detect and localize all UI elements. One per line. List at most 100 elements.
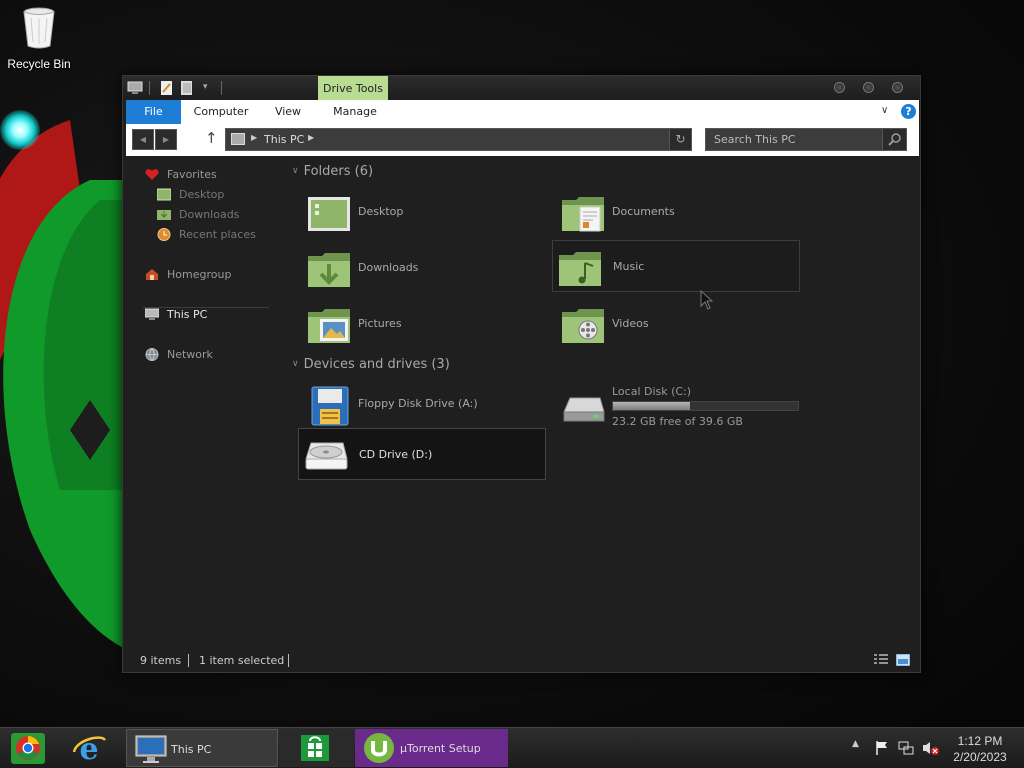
breadcrumb-chevron-icon[interactable]: ▶ — [251, 133, 257, 142]
clock-date: 2/20/2023 — [953, 750, 1007, 764]
expand-ribbon-chevron-icon[interactable]: ∨ — [881, 105, 888, 116]
drive-tile-local-disk[interactable]: Local Disk (C:) 23.2 GB free of 39.6 GB — [556, 380, 804, 432]
content-pane: ∨ Folders (6) Desktop Documents Download… — [288, 160, 918, 640]
search-input[interactable] — [706, 129, 881, 150]
help-icon[interactable]: ? — [901, 104, 916, 119]
taskbar-label: This PC — [171, 743, 212, 756]
collapse-chevron-icon[interactable]: ∨ — [292, 359, 299, 369]
network-globe-icon — [145, 348, 159, 361]
breadcrumb-this-pc[interactable]: This PC — [264, 133, 304, 146]
ribbon-tabs: File Computer View Manage ∨ ? — [126, 100, 919, 124]
show-hidden-icons-icon[interactable]: ▲ — [852, 739, 859, 749]
this-pc-taskbar-icon — [135, 735, 167, 763]
music-folder-icon — [559, 252, 601, 286]
this-pc-icon — [145, 308, 159, 320]
details-view-icon[interactable] — [874, 654, 888, 666]
utorrent-icon — [364, 733, 394, 763]
folder-name: Music — [613, 260, 645, 273]
videos-folder-icon — [562, 309, 604, 343]
recycle-bin-desktop-icon[interactable]: Recycle Bin — [4, 6, 74, 71]
action-center-flag-icon[interactable] — [874, 740, 890, 756]
disk-free-space: 23.2 GB free of 39.6 GB — [612, 415, 743, 428]
mouse-cursor-icon — [700, 290, 714, 310]
item-count: 9 items — [140, 654, 182, 667]
taskbar-button-store[interactable] — [279, 729, 354, 767]
folder-name: Pictures — [358, 317, 402, 330]
homegroup-icon — [146, 269, 158, 280]
refresh-icon[interactable]: ↻ — [669, 129, 691, 150]
folder-tile-documents[interactable]: Documents — [556, 188, 804, 240]
title-bar[interactable]: ▾ Drive Tools — [123, 76, 920, 101]
documents-folder-icon — [562, 197, 604, 232]
large-icons-view-icon[interactable] — [896, 654, 910, 666]
forward-button[interactable]: ▶ — [155, 129, 177, 150]
wallpaper-glow — [0, 110, 40, 150]
drive-tile-floppy[interactable]: Floppy Disk Drive (A:) — [302, 380, 550, 432]
desktop-folder-icon — [308, 197, 350, 231]
selection-underline — [143, 307, 269, 308]
network-status-icon[interactable] — [898, 740, 914, 756]
downloads-folder-icon — [308, 253, 350, 287]
folder-name: Desktop — [358, 205, 404, 218]
selection-count: 1 item selected — [199, 654, 285, 667]
breadcrumb-chevron-icon[interactable]: ▶ — [308, 133, 314, 142]
tab-computer[interactable]: Computer — [186, 100, 256, 124]
collapse-chevron-icon[interactable]: ∨ — [292, 166, 299, 176]
folder-name: Documents — [612, 205, 675, 218]
tab-manage[interactable]: Manage — [325, 100, 385, 124]
folder-tile-pictures[interactable]: Pictures — [302, 300, 550, 352]
drive-name: Local Disk (C:) — [612, 385, 692, 398]
taskbar-button-utorrent-setup[interactable]: µTorrent Setup — [355, 729, 508, 767]
close-button[interactable] — [892, 82, 903, 93]
status-bar: 9 items 1 item selected — [123, 650, 920, 672]
pictures-folder-icon — [308, 309, 350, 343]
search-button[interactable] — [882, 129, 906, 150]
favorites-heart-icon — [145, 169, 159, 180]
folder-name: Videos — [612, 317, 649, 330]
taskbar-button-this-pc[interactable]: This PC — [126, 729, 278, 767]
taskbar: e This PC µTorrent Setup ▲ 1:12 PM 2/20/… — [0, 727, 1024, 768]
recycle-bin-icon — [23, 7, 55, 49]
hard-disk-icon — [563, 397, 605, 422]
drive-name: CD Drive (D:) — [359, 448, 433, 461]
folder-tile-desktop[interactable]: Desktop — [302, 188, 550, 240]
minimize-button[interactable] — [834, 82, 845, 93]
properties-icon[interactable] — [160, 80, 174, 96]
this-pc-small-icon — [231, 133, 245, 145]
recent-places-clock-icon — [157, 228, 171, 241]
customize-toolbar-dropdown-icon[interactable]: ▾ — [203, 82, 208, 98]
back-button[interactable]: ◀ — [132, 129, 154, 150]
folder-tile-downloads[interactable]: Downloads — [302, 244, 550, 296]
toolbar-separator — [221, 81, 222, 95]
up-arrow-icon[interactable]: ↑ — [205, 129, 218, 147]
folder-tile-videos[interactable]: Videos — [556, 300, 804, 352]
taskbar-clock[interactable]: 1:12 PM 2/20/2023 — [950, 733, 1010, 765]
desktop-small-icon — [157, 188, 171, 201]
maximize-button[interactable] — [863, 82, 874, 93]
volume-muted-icon[interactable] — [922, 740, 940, 756]
computer-icon — [127, 81, 143, 94]
drive-tools-context-tab[interactable]: Drive Tools — [318, 76, 388, 101]
tab-view[interactable]: View — [266, 100, 310, 124]
cd-drive-icon — [305, 442, 348, 470]
taskbar-label: µTorrent Setup — [400, 742, 481, 755]
search-icon — [888, 133, 901, 146]
clock-time: 1:12 PM — [957, 734, 1003, 748]
navigation-pane: Favorites Desktop Downloads Recent place… — [123, 160, 283, 640]
folders-group-header[interactable]: ∨ Folders (6) — [292, 164, 373, 179]
floppy-disk-icon — [311, 386, 349, 426]
windows-store-icon — [301, 735, 329, 761]
address-bar[interactable]: ▶ This PC ▶ ↻ — [225, 128, 692, 151]
devices-group-header[interactable]: ∨ Devices and drives (3) — [292, 357, 450, 372]
internet-explorer-icon[interactable]: e — [71, 730, 107, 767]
drive-name: Floppy Disk Drive (A:) — [358, 397, 478, 410]
search-box[interactable] — [705, 128, 907, 151]
folder-tile-music[interactable]: Music — [552, 240, 800, 292]
chrome-icon[interactable] — [10, 730, 46, 767]
tab-file[interactable]: File — [126, 100, 181, 124]
new-folder-icon[interactable] — [180, 80, 194, 96]
drive-tile-cd[interactable]: CD Drive (D:) — [298, 428, 546, 480]
recycle-bin-label: Recycle Bin — [7, 57, 71, 71]
toolbar-separator — [149, 81, 150, 95]
disk-usage-bar — [612, 401, 799, 411]
